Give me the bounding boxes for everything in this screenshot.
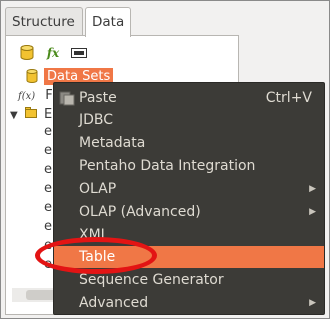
shortcut-label: Ctrl+V — [265, 90, 312, 106]
submenu-arrow-icon: ▶ — [309, 184, 316, 194]
expand-arrow-icon: ▼ — [10, 110, 18, 121]
menu-item-paste[interactable]: Paste Ctrl+V — [54, 87, 324, 109]
menu-item-label: Pentaho Data Integration — [79, 158, 256, 174]
tree-item-parameters[interactable]: ▼ E — [10, 105, 52, 124]
function-icon-text: fx — [46, 46, 60, 60]
tree-leaf[interactable]: e — [44, 219, 52, 234]
menu-item-olap[interactable]: OLAP ▶ — [54, 178, 324, 200]
submenu-arrow-icon: ▶ — [309, 207, 316, 217]
folder-icon — [24, 107, 41, 122]
menu-item-olap-advanced[interactable]: OLAP (Advanced) ▶ — [54, 201, 324, 223]
tree-leaf[interactable]: e — [44, 257, 52, 272]
function-icon[interactable]: fx — [42, 42, 64, 64]
menu-item-label: OLAP (Advanced) — [79, 204, 201, 220]
tree-leaf[interactable]: e — [44, 181, 52, 196]
menu-item-label: Metadata — [79, 135, 146, 151]
tree-leaf[interactable]: e — [44, 143, 52, 158]
submenu-arrow-icon: ▶ — [309, 298, 316, 308]
menu-item-pentaho-data-integration[interactable]: Pentaho Data Integration — [54, 155, 324, 177]
menu-item-label: OLAP — [79, 181, 117, 197]
tree-leaf[interactable]: e — [44, 162, 52, 177]
parameters-label: E — [43, 107, 53, 122]
functions-label: F — [45, 88, 53, 103]
menu-item-label: Sequence Generator — [79, 272, 224, 288]
tree-leaf[interactable]: e — [44, 124, 52, 139]
context-menu: Paste Ctrl+V JDBC Metadata Pentaho Data … — [53, 82, 325, 315]
menu-item-label: Advanced — [79, 295, 149, 311]
menu-item-label: Table — [79, 249, 116, 265]
database-icon[interactable] — [16, 42, 38, 64]
menu-item-label: Paste — [79, 90, 117, 106]
parameters-icon[interactable] — [68, 42, 90, 64]
paste-icon — [59, 90, 75, 106]
tree-leaf[interactable]: e — [44, 200, 52, 215]
menu-item-label: JDBC — [79, 112, 114, 128]
menu-item-table[interactable]: Table — [54, 246, 324, 268]
tab-structure[interactable]: Structure — [5, 7, 83, 35]
menu-item-jdbc[interactable]: JDBC — [54, 109, 324, 131]
menu-item-advanced[interactable]: Advanced ▶ — [54, 292, 324, 314]
window-frame: Structure Data fx Data Sets f(x) F ▼ E e… — [0, 0, 330, 319]
menu-item-xml[interactable]: XML — [54, 224, 324, 246]
tree-item-functions[interactable]: f(x) F — [18, 86, 53, 105]
menu-item-metadata[interactable]: Metadata — [54, 132, 324, 154]
tree-leaf[interactable]: e — [44, 238, 52, 253]
menu-item-sequence-generator[interactable]: Sequence Generator — [54, 269, 324, 291]
function-icon: f(x) — [18, 91, 36, 102]
tab-data[interactable]: Data — [85, 7, 131, 37]
menu-item-label: XML — [79, 227, 109, 243]
